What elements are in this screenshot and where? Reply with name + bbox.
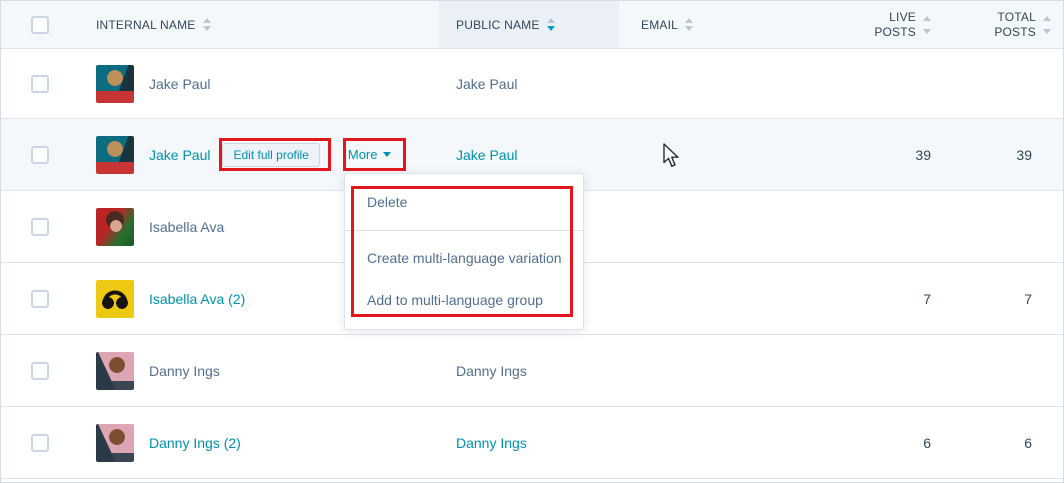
- row-checkbox[interactable]: [31, 75, 49, 93]
- row-checkbox[interactable]: [31, 434, 49, 452]
- live-posts-value: [803, 49, 945, 118]
- sort-icon: [685, 18, 693, 31]
- column-header-internal-name[interactable]: INTERNAL NAME: [65, 1, 439, 48]
- row-checkbox[interactable]: [31, 362, 49, 380]
- author-avatar: [96, 65, 134, 103]
- author-avatar: [96, 280, 134, 318]
- live-posts-value: 39: [803, 119, 945, 190]
- internal-name-text: Jake Paul: [149, 76, 210, 92]
- column-header-email[interactable]: EMAIL: [619, 1, 803, 48]
- sort-icon: [203, 18, 211, 31]
- authors-table: INTERNAL NAME PUBLIC NAME EMAIL LIVE POS…: [0, 0, 1064, 483]
- more-dropdown-menu: Delete Create multi-language variation A…: [344, 173, 584, 330]
- menu-item-create-multi-language-variation[interactable]: Create multi-language variation: [346, 236, 582, 280]
- menu-divider: [345, 230, 583, 231]
- author-avatar: [96, 136, 134, 174]
- author-avatar: [96, 424, 134, 462]
- email-cell: [619, 191, 803, 262]
- public-name-link[interactable]: Danny Ings: [456, 435, 527, 451]
- sort-icon: [1043, 16, 1051, 34]
- more-dropdown-button[interactable]: More: [348, 147, 392, 162]
- select-all-checkbox[interactable]: [31, 16, 49, 34]
- select-all-cell: [1, 1, 65, 48]
- email-cell: [619, 49, 803, 118]
- internal-name-link[interactable]: Danny Ings (2): [149, 435, 241, 451]
- sort-icon: [923, 16, 931, 34]
- total-posts-value: [945, 191, 1063, 262]
- author-avatar: [96, 352, 134, 390]
- row-checkbox[interactable]: [31, 146, 49, 164]
- table-row: Danny Ings (2) Danny Ings 6 6: [1, 407, 1063, 479]
- column-header-total-posts[interactable]: TOTAL POSTS: [945, 1, 1063, 48]
- public-name-text: Danny Ings: [456, 363, 527, 379]
- column-header-live-posts[interactable]: LIVE POSTS: [803, 1, 945, 48]
- row-checkbox[interactable]: [31, 290, 49, 308]
- column-header-public-name[interactable]: PUBLIC NAME: [439, 1, 619, 48]
- table-row: Jake Paul Jake Paul: [1, 49, 1063, 119]
- total-posts-value: [945, 335, 1063, 406]
- menu-item-add-to-multi-language-group[interactable]: Add to multi-language group: [346, 280, 582, 320]
- total-posts-value: [945, 49, 1063, 118]
- email-cell: [619, 263, 803, 334]
- row-checkbox[interactable]: [31, 218, 49, 236]
- column-label: PUBLIC NAME: [456, 18, 540, 32]
- menu-item-delete[interactable]: Delete: [346, 180, 582, 224]
- column-label: EMAIL: [641, 18, 678, 32]
- internal-name-link[interactable]: Jake Paul: [149, 147, 210, 163]
- column-label: INTERNAL NAME: [96, 18, 196, 32]
- total-posts-value: 7: [945, 263, 1063, 334]
- author-avatar: [96, 208, 134, 246]
- email-cell: [619, 335, 803, 406]
- email-cell: [619, 407, 803, 478]
- live-posts-value: [803, 191, 945, 262]
- internal-name-text: Danny Ings: [149, 363, 220, 379]
- internal-name-link[interactable]: Isabella Ava (2): [149, 291, 245, 307]
- total-posts-value: 6: [945, 407, 1063, 478]
- live-posts-value: [803, 335, 945, 406]
- public-name-link[interactable]: Jake Paul: [456, 147, 517, 163]
- column-label: LIVE POSTS: [870, 10, 916, 40]
- email-cell: [619, 119, 803, 190]
- column-label: TOTAL POSTS: [990, 10, 1036, 40]
- edit-full-profile-button[interactable]: Edit full profile: [222, 143, 319, 167]
- public-name-text: Jake Paul: [456, 76, 517, 92]
- partial-next-row: [1, 479, 1063, 483]
- internal-name-text: Isabella Ava: [149, 219, 224, 235]
- more-button-label: More: [348, 147, 378, 162]
- sort-desc-icon: [547, 18, 555, 31]
- live-posts-value: 7: [803, 263, 945, 334]
- table-header: INTERNAL NAME PUBLIC NAME EMAIL LIVE POS…: [1, 1, 1063, 49]
- chevron-down-icon: [383, 152, 391, 157]
- total-posts-value: 39: [945, 119, 1063, 190]
- table-row: Danny Ings Danny Ings: [1, 335, 1063, 407]
- live-posts-value: 6: [803, 407, 945, 478]
